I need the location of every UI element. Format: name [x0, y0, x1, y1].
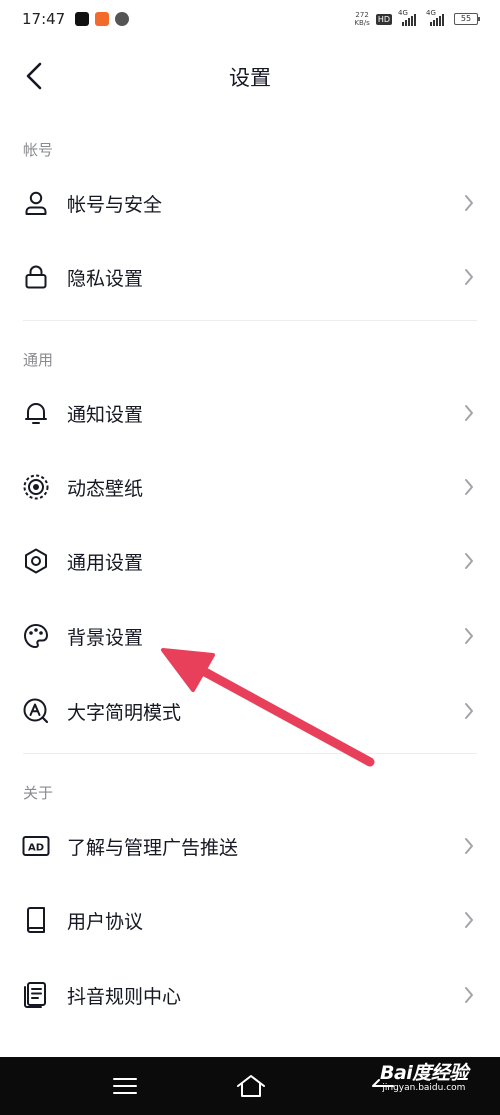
ad-icon: AD [22, 832, 50, 860]
page-title: 设置 [229, 66, 271, 90]
settings-item-label: 隐私设置 [67, 267, 144, 290]
chevron-right-icon [462, 477, 476, 497]
signal-icon-2: 4G [426, 9, 448, 26]
capcut-app-icon [75, 12, 90, 26]
chevron-right-icon [462, 910, 476, 930]
large-text-icon [22, 697, 50, 725]
signal-icon: 4G [398, 9, 420, 26]
section-header-general: 通用 [23, 351, 54, 369]
book-icon [22, 906, 50, 934]
settings-item-label: 帐号与安全 [67, 193, 163, 216]
chevron-right-icon [462, 985, 476, 1005]
chevron-right-icon [462, 267, 476, 287]
user-icon [22, 189, 50, 217]
section-header-account: 帐号 [23, 141, 54, 159]
settings-item-background[interactable]: 背景设置 [0, 599, 500, 673]
settings-item-privacy[interactable]: 隐私设置 [0, 240, 500, 314]
settings-item-notifications[interactable]: 通知设置 [0, 376, 500, 450]
chevron-right-icon [462, 836, 476, 856]
lock-icon [22, 263, 50, 291]
document-icon [22, 981, 50, 1009]
section-header-about: 关于 [23, 784, 54, 802]
bell-icon [22, 399, 50, 427]
status-bar: 17:47 272 KB/s HD 4G 4G 55 [0, 0, 500, 38]
watermark-brand: Bai度经验 [380, 1062, 468, 1084]
settings-item-label: 动态壁纸 [67, 477, 144, 500]
settings-item-rules-center[interactable]: 抖音规则中心 [0, 958, 500, 1032]
chevron-right-icon [462, 701, 476, 721]
title-bar: 设置 [0, 38, 500, 114]
settings-item-label: 抖音规则中心 [67, 985, 182, 1008]
gear-icon [22, 547, 50, 575]
menu-icon[interactable] [112, 1076, 138, 1096]
settings-item-ad-management[interactable]: AD 了解与管理广告推送 [0, 809, 500, 883]
chevron-right-icon [462, 193, 476, 213]
compass-app-icon [115, 12, 130, 26]
chevron-right-icon [462, 403, 476, 423]
home-icon[interactable] [235, 1073, 267, 1099]
settings-item-label: 背景设置 [67, 626, 144, 649]
settings-item-general-settings[interactable]: 通用设置 [0, 524, 500, 598]
chevron-right-icon [462, 626, 476, 646]
ad-icon-text: AD [28, 843, 44, 854]
status-time: 17:47 [22, 10, 66, 28]
watermark-url: jingyan.baidu.com [382, 1083, 466, 1093]
settings-item-account-security[interactable]: 帐号与安全 [0, 166, 500, 240]
battery-icon: 55 [454, 13, 480, 25]
divider [23, 320, 477, 321]
settings-item-label: 通知设置 [67, 403, 144, 426]
settings-item-live-wallpaper[interactable]: 动态壁纸 [0, 450, 500, 524]
settings-item-large-text-mode[interactable]: 大字简明模式 [0, 674, 500, 748]
notification-app-icon [95, 12, 110, 26]
settings-item-label: 通用设置 [67, 551, 144, 574]
hd-icon: HD [375, 13, 392, 25]
network-speed: 272 KB/s [354, 11, 370, 27]
chevron-right-icon [462, 551, 476, 571]
settings-item-user-agreement[interactable]: 用户协议 [0, 883, 500, 957]
live-wallpaper-icon [22, 473, 50, 501]
settings-item-label: 大字简明模式 [67, 701, 182, 724]
baidu-jingyan-watermark: Bai度经验 jingyan.baidu.com [380, 1058, 468, 1093]
settings-item-label: 用户协议 [67, 910, 144, 933]
divider [23, 753, 477, 754]
palette-icon [22, 622, 50, 650]
settings-item-label: 了解与管理广告推送 [67, 836, 239, 859]
